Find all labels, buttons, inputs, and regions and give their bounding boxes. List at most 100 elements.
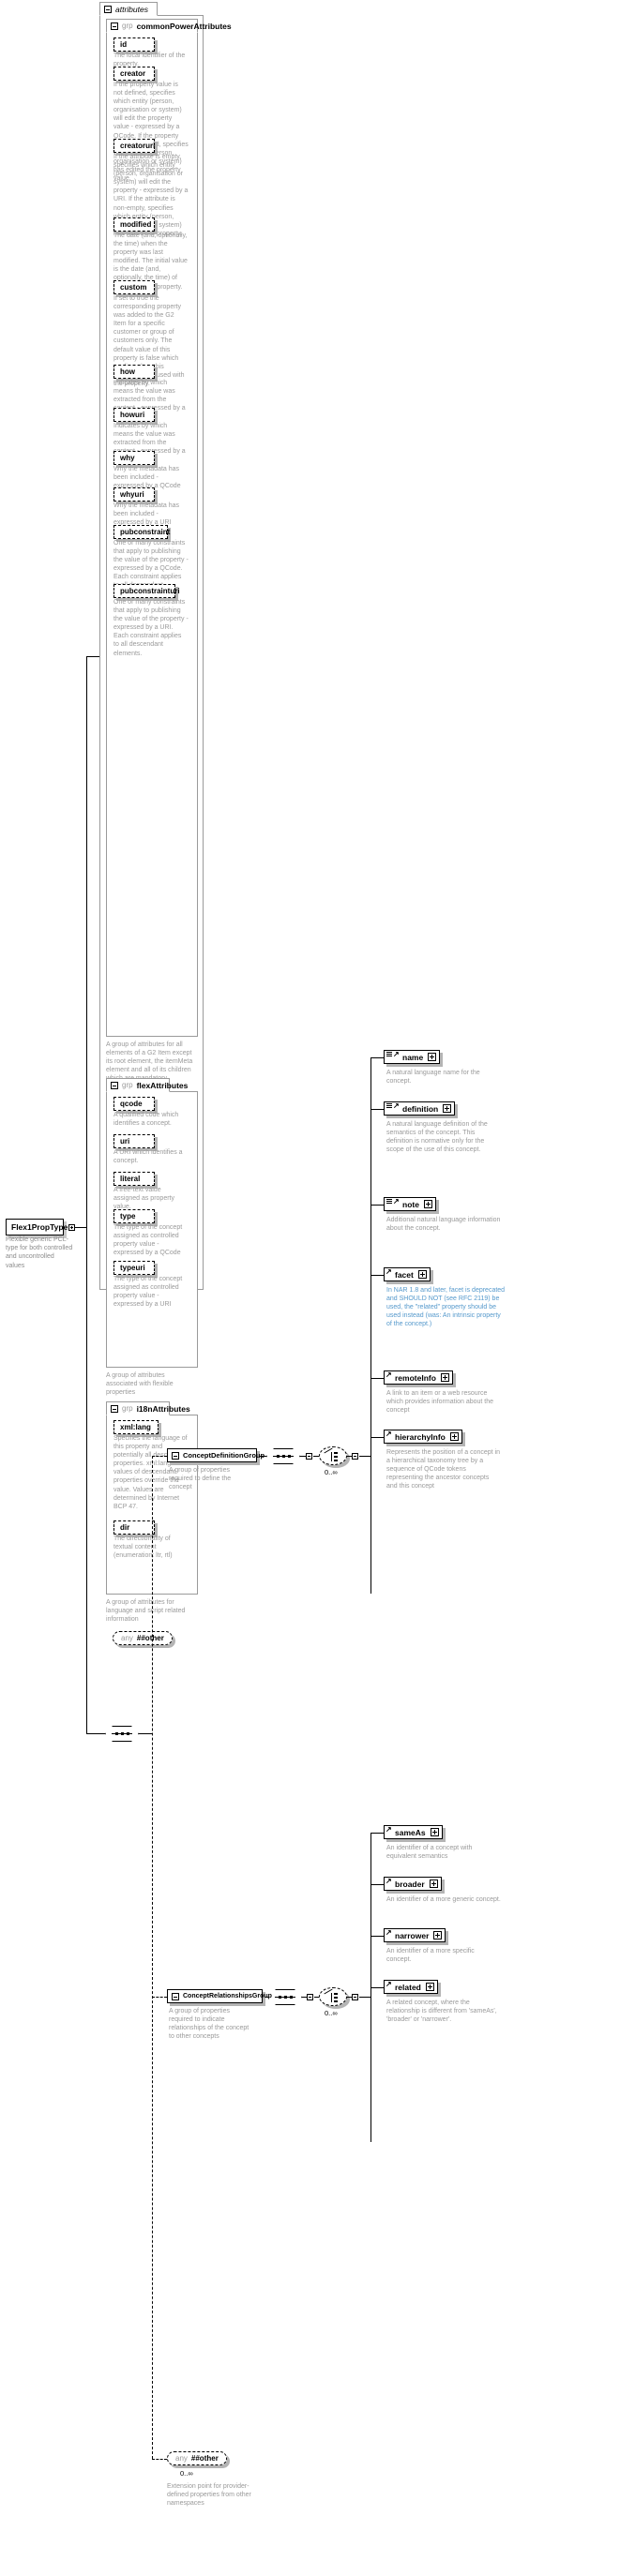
attribute-literal[interactable]: literal — [113, 1172, 155, 1186]
any-other-description: Extension point for provider-defined pro… — [167, 2483, 251, 2508]
element-narrower[interactable]: narrower — [384, 1928, 446, 1942]
expand-icon[interactable] — [429, 1880, 438, 1888]
conceptrelationshipsgroup-choice[interactable] — [319, 1987, 347, 2006]
any-other-cardinality: 0..∞ — [180, 2469, 193, 2478]
element-name[interactable]: name — [384, 1050, 441, 1064]
branch-spine — [152, 1456, 153, 2459]
attribute-pubconstrainturi[interactable]: pubconstrainturi — [113, 584, 180, 598]
element-note[interactable]: note — [384, 1197, 436, 1211]
element-remoteinfo-description: A link to an item or a web resource whic… — [386, 1390, 494, 1415]
conceptdefinitiongroup-choice-expander[interactable] — [352, 1453, 358, 1460]
attribute-id[interactable]: id — [113, 37, 155, 52]
expand-icon[interactable] — [430, 1828, 439, 1836]
conceptrelationshipsgroup-sequence[interactable] — [268, 1989, 302, 2005]
expand-icon[interactable] — [417, 1270, 427, 1279]
sequence-dots-icon — [112, 1732, 132, 1735]
group-flexattributes-description: A group of attributes associated with fl… — [106, 1372, 174, 1397]
expand-icon[interactable] — [449, 1432, 459, 1441]
group-name: i18nAttributes — [136, 1403, 190, 1414]
attribute-whyuri-description: Why the metadata has been included - exp… — [113, 502, 180, 527]
collapse-icon[interactable] — [111, 1081, 118, 1089]
attribute-name: how — [120, 367, 135, 376]
ref-arrow-icon — [386, 1981, 392, 1992]
attribute-creatoruri[interactable]: creatoruri — [113, 139, 155, 153]
group-conceptdefinitiongroup-description: A group of properties required to define… — [169, 1467, 232, 1491]
connector-to-narrower — [370, 1936, 384, 1937]
conceptrelationshipsgroup-seq-expander[interactable] — [307, 1994, 313, 2000]
element-definition[interactable]: definition — [384, 1101, 456, 1116]
element-label: narrower — [395, 1930, 430, 1940]
element-hierarchyinfo[interactable]: hierarchyInfo — [384, 1430, 462, 1444]
expand-icon[interactable] — [440, 1373, 449, 1382]
attribute-type-description: The type of the concept assigned as cont… — [113, 1224, 183, 1257]
root-type-box[interactable]: Flex1PropType — [6, 1219, 68, 1236]
element-narrower-description: An identifier of a more specific concept… — [386, 1948, 475, 1964]
attribute-typeuri-description: The type of the concept assigned as cont… — [113, 1276, 183, 1309]
group-conceptrelationshipsgroup-description: A group of properties required to indica… — [169, 2008, 249, 2041]
connector-to-name — [370, 1057, 384, 1058]
attributes-panel-tab[interactable]: attributes — [99, 2, 158, 16]
attribute-name: uri — [120, 1137, 130, 1146]
collapse-icon[interactable] — [172, 1451, 179, 1460]
expand-icon[interactable] — [423, 1200, 432, 1208]
attribute-qcode[interactable]: qcode — [113, 1097, 155, 1111]
connector-to-remoteinfo — [370, 1378, 384, 1379]
attribute-xmllang[interactable]: xml:lang — [113, 1420, 159, 1434]
attribute-creator[interactable]: creator — [113, 67, 155, 81]
attribute-uri[interactable]: uri — [113, 1134, 155, 1148]
conceptdefinitiongroup-choice[interactable] — [319, 1446, 347, 1465]
choice-icon — [327, 1452, 340, 1461]
attribute-pubconstraint[interactable]: pubconstraint — [113, 525, 170, 539]
group-i18nattributes-tab[interactable]: grp i18nAttributes — [106, 1401, 190, 1415]
element-label: broader — [395, 1879, 425, 1889]
element-related[interactable]: related — [384, 1980, 438, 1994]
attribute-type[interactable]: type — [113, 1209, 155, 1223]
root-type-expander[interactable] — [68, 1224, 75, 1231]
connector-to-related — [370, 1987, 384, 1988]
attribute-why[interactable]: why — [113, 451, 155, 465]
attributes-panel-title: attributes — [115, 4, 148, 14]
element-broader[interactable]: broader — [384, 1877, 442, 1891]
attribute-whyuri[interactable]: whyuri — [113, 487, 155, 502]
element-facet-description: In NAR 1.8 and later, facet is deprecate… — [386, 1287, 506, 1328]
text-lines-icon — [386, 1103, 392, 1109]
group-conceptdefinitiongroup-tab[interactable]: ConceptDefinitionGroup — [167, 1448, 265, 1462]
sequence-compositor[interactable] — [105, 1726, 139, 1742]
attribute-name: qcode — [120, 1100, 143, 1108]
content-any-other[interactable]: any ##other — [167, 2451, 227, 2465]
attribute-custom[interactable]: custom — [113, 280, 155, 294]
conceptrelationshipsgroup-choice-expander[interactable] — [352, 1994, 358, 2000]
attribute-howuri[interactable]: howuri — [113, 408, 155, 422]
attribute-name: creator — [120, 69, 146, 78]
element-facet[interactable]: facet — [384, 1267, 431, 1281]
attribute-dir[interactable]: dir — [113, 1520, 155, 1535]
expand-icon[interactable] — [428, 1053, 437, 1061]
element-label: related — [395, 1982, 421, 1992]
collapse-icon[interactable] — [111, 22, 118, 30]
attribute-name: whyuri — [120, 490, 144, 499]
collapse-icon[interactable] — [111, 1404, 118, 1413]
expand-icon[interactable] — [433, 1931, 443, 1939]
group-name: ConceptDefinitionGroup — [183, 1450, 265, 1460]
conceptdefinitiongroup-sequence[interactable] — [266, 1448, 300, 1464]
attribute-typeuri[interactable]: typeuri — [113, 1261, 155, 1275]
conceptdefinitiongroup-seq-expander[interactable] — [306, 1453, 312, 1460]
connector-to-note — [370, 1205, 384, 1206]
ref-arrow-icon — [386, 1826, 392, 1837]
group-flexattributes-tab[interactable]: grp flexAttributes — [106, 1078, 188, 1092]
attribute-name: custom — [120, 283, 147, 292]
group-keyword: grp — [122, 21, 133, 30]
attribute-how[interactable]: how — [113, 365, 155, 379]
connector-to-sameas — [370, 1833, 384, 1834]
element-sameas[interactable]: sameAs — [384, 1825, 443, 1839]
collapse-icon[interactable] — [104, 5, 112, 13]
attribute-any-other[interactable]: any ##other — [113, 1631, 173, 1645]
element-remoteinfo[interactable]: remoteInfo — [384, 1370, 453, 1385]
group-commonpowerattributes-tab[interactable]: grp commonPowerAttributes — [106, 19, 232, 33]
attribute-modified[interactable]: modified — [113, 217, 155, 232]
expand-icon[interactable] — [443, 1104, 452, 1113]
attribute-name: pubconstrainturi — [120, 587, 180, 595]
expand-icon[interactable] — [425, 1983, 434, 1991]
collapse-icon[interactable] — [172, 1992, 179, 2000]
group-conceptrelationshipsgroup-tab[interactable]: ConceptRelationshipsGroup — [167, 1989, 272, 2003]
